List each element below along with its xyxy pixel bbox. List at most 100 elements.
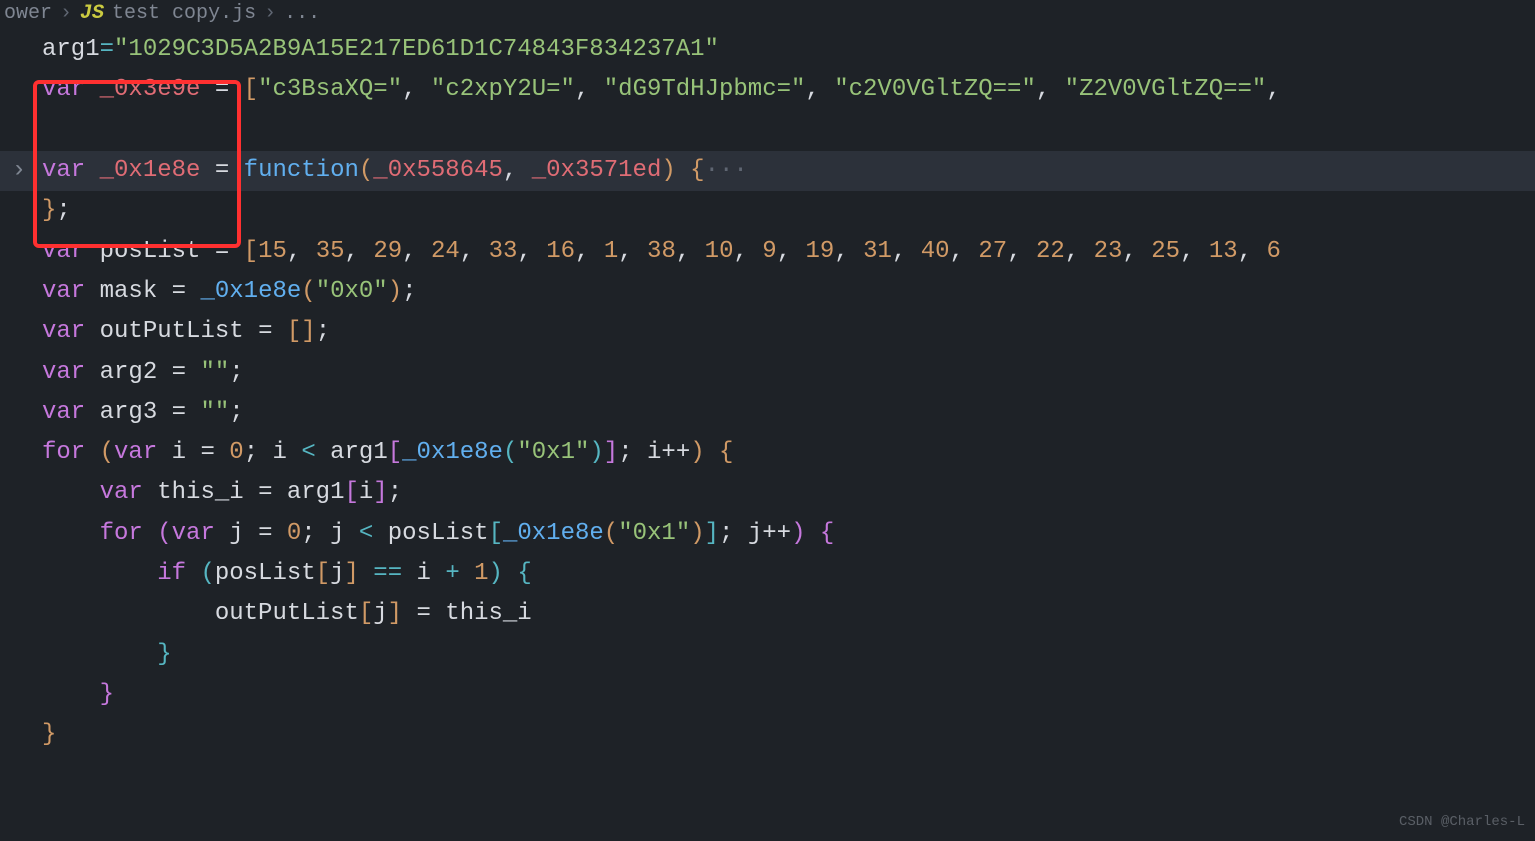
breadcrumb-file[interactable]: test copy.js bbox=[112, 0, 256, 31]
code-line[interactable]: for (var i = 0; i < arg1[_0x1e8e("0x1")]… bbox=[0, 433, 1535, 473]
code-line[interactable]: } bbox=[0, 675, 1535, 715]
code-line[interactable]: } bbox=[0, 715, 1535, 755]
identifier: posList bbox=[215, 560, 316, 587]
keyword: var bbox=[100, 479, 143, 506]
semicolon: ; bbox=[244, 439, 258, 466]
bracket: [ bbox=[287, 318, 301, 345]
breadcrumb-more[interactable]: ... bbox=[284, 0, 320, 31]
keyword: var bbox=[42, 76, 85, 103]
code-line[interactable]: var this_i = arg1[i]; bbox=[0, 473, 1535, 513]
operator: == bbox=[373, 560, 402, 587]
identifier: this_i bbox=[157, 479, 243, 506]
code-line[interactable]: var arg2 = ""; bbox=[0, 353, 1535, 393]
string-literal: "0x1" bbox=[618, 520, 690, 547]
parameter: _0x3571ed bbox=[532, 157, 662, 184]
semicolon: ; bbox=[719, 520, 733, 547]
number: 24 bbox=[431, 238, 460, 265]
number: 1 bbox=[474, 560, 488, 587]
operator: = bbox=[215, 157, 229, 184]
string-literal: "" bbox=[200, 359, 229, 386]
code-line[interactable]: }; bbox=[0, 191, 1535, 231]
semicolon: ; bbox=[402, 278, 416, 305]
comma: , bbox=[805, 76, 819, 103]
keyword: var bbox=[42, 359, 85, 386]
code-line[interactable]: var _0x3e9e = ["c3BsaXQ=", "c2xpY2U=", "… bbox=[0, 70, 1535, 110]
keyword: var bbox=[42, 318, 85, 345]
string-literal: "" bbox=[200, 399, 229, 426]
code-line[interactable]: outPutList[j] = this_i bbox=[0, 594, 1535, 634]
number: 16 bbox=[546, 238, 575, 265]
number: 9 bbox=[762, 238, 776, 265]
number: 23 bbox=[1094, 238, 1123, 265]
brace: } bbox=[42, 197, 56, 224]
js-file-icon: JS bbox=[80, 0, 104, 31]
operator: = bbox=[258, 479, 272, 506]
code-line[interactable]: var arg3 = ""; bbox=[0, 393, 1535, 433]
string-literal: "c3BsaXQ=" bbox=[258, 76, 402, 103]
code-line[interactable]: ›var _0x1e8e = function(_0x558645, _0x35… bbox=[0, 151, 1535, 191]
identifier: outPutList bbox=[100, 318, 244, 345]
identifier: i bbox=[359, 479, 373, 506]
keyword: var bbox=[42, 157, 85, 184]
code-line[interactable]: var posList = [15, 35, 29, 24, 33, 16, 1… bbox=[0, 232, 1535, 272]
identifier: j bbox=[330, 560, 344, 587]
number: 15 bbox=[258, 238, 287, 265]
identifier: j bbox=[373, 600, 387, 627]
operator: = bbox=[215, 238, 229, 265]
keyword: var bbox=[42, 238, 85, 265]
identifier: i bbox=[172, 439, 186, 466]
number: 6 bbox=[1267, 238, 1281, 265]
code-line[interactable]: var mask = _0x1e8e("0x0"); bbox=[0, 272, 1535, 312]
identifier: _0x1e8e bbox=[100, 157, 201, 184]
identifier: posList bbox=[100, 238, 201, 265]
string-literal: "c2xpY2U=" bbox=[431, 76, 575, 103]
code-line[interactable]: } bbox=[0, 635, 1535, 675]
comma: , bbox=[1266, 76, 1280, 103]
operator: = bbox=[172, 278, 186, 305]
operator: = bbox=[172, 399, 186, 426]
identifier: i bbox=[273, 439, 287, 466]
identifier: j bbox=[330, 520, 344, 547]
string-literal: "c2V0VGltZQ==" bbox=[834, 76, 1036, 103]
keyword: var bbox=[114, 439, 157, 466]
operator: = bbox=[416, 600, 430, 627]
operator: = bbox=[215, 76, 229, 103]
comma: , bbox=[1036, 76, 1050, 103]
brace: } bbox=[42, 721, 56, 748]
operator: = bbox=[100, 36, 114, 63]
bracket: [ bbox=[244, 76, 258, 103]
identifier: j++ bbox=[748, 520, 791, 547]
code-line-blank[interactable] bbox=[0, 111, 1535, 151]
number: 29 bbox=[373, 238, 402, 265]
code-editor[interactable]: arg1="1029C3D5A2B9A15E217ED61D1C74843F83… bbox=[0, 28, 1535, 756]
number: 19 bbox=[806, 238, 835, 265]
number: 13 bbox=[1209, 238, 1238, 265]
keyword: var bbox=[172, 520, 215, 547]
code-line[interactable]: if (posList[j] == i + 1) { bbox=[0, 554, 1535, 594]
comma: , bbox=[575, 76, 589, 103]
number: 38 bbox=[647, 238, 676, 265]
function-call: _0x1e8e bbox=[200, 278, 301, 305]
semicolon: ; bbox=[618, 439, 632, 466]
keyword: for bbox=[100, 520, 143, 547]
chevron-right-icon: › bbox=[60, 0, 72, 31]
string-literal: "dG9TdHJpbmc=" bbox=[604, 76, 806, 103]
number: 31 bbox=[863, 238, 892, 265]
number: 1 bbox=[604, 238, 618, 265]
code-line[interactable]: arg1="1029C3D5A2B9A15E217ED61D1C74843F83… bbox=[0, 30, 1535, 70]
identifier: outPutList bbox=[215, 600, 359, 627]
code-line[interactable]: var outPutList = []; bbox=[0, 312, 1535, 352]
keyword: function bbox=[244, 157, 359, 184]
number: 0 bbox=[287, 520, 301, 547]
identifier: arg3 bbox=[100, 399, 158, 426]
folded-indicator[interactable]: ··· bbox=[705, 157, 748, 184]
number: 40 bbox=[921, 238, 950, 265]
semicolon: ; bbox=[56, 197, 70, 224]
bracket: ( bbox=[359, 157, 373, 184]
code-line[interactable]: for (var j = 0; j < posList[_0x1e8e("0x1… bbox=[0, 514, 1535, 554]
keyword: if bbox=[157, 560, 186, 587]
breadcrumb: ower › JS test copy.js › ... bbox=[0, 0, 1535, 28]
breadcrumb-folder[interactable]: ower bbox=[4, 0, 52, 31]
identifier: j bbox=[229, 520, 243, 547]
fold-toggle-icon[interactable]: › bbox=[6, 151, 32, 191]
